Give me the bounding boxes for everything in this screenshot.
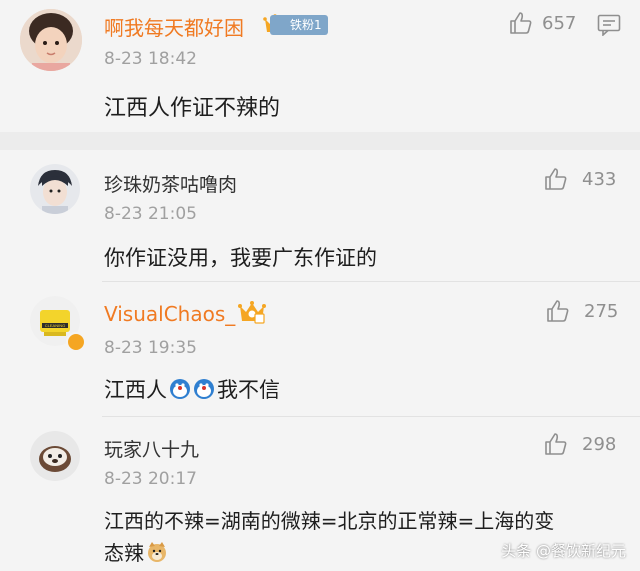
comment-time: 8-23 19:35: [104, 338, 197, 358]
section-divider: [0, 132, 640, 150]
like-count: 275: [584, 300, 619, 322]
doge-emoji-icon: [146, 541, 168, 563]
like-button[interactable]: 298: [543, 431, 616, 457]
comment-1: 啊我每天都好困 铁粉1 8-23 18:42 657 江西人作证不辣的: [0, 0, 640, 130]
username[interactable]: VisualChaos_: [104, 302, 235, 326]
username[interactable]: 玩家八十九: [104, 435, 199, 462]
comment-text: 江西人 我不信: [104, 374, 280, 404]
comment-text-part: 我不信: [217, 378, 280, 402]
comment-text-continued: 态辣: [104, 537, 168, 566]
reply-icon[interactable]: [597, 14, 621, 40]
thumbs-up-icon: [545, 433, 567, 455]
like-count: 433: [582, 168, 617, 190]
comment-text: 江西人作证不辣的: [104, 96, 281, 121]
like-button[interactable]: 433: [543, 166, 616, 192]
like-button[interactable]: 657: [508, 10, 576, 36]
comment-text: 江西的不辣=湖南的微辣=北京的正常辣=上海的变: [104, 509, 555, 533]
avatar[interactable]: [20, 9, 82, 71]
comment-2: 珍珠奶茶咕噜肉 8-23 21:05 433 你作证没用，我要广东作证的: [0, 150, 640, 280]
fan-badge[interactable]: 铁粉1: [270, 15, 328, 35]
comment-4: 玩家八十九 298 8-23 20:17 江西的不辣=湖南的微辣=北京的正常辣=…: [0, 417, 640, 571]
like-button[interactable]: 275: [545, 298, 618, 324]
comment-time: 8-23 18:42: [104, 49, 197, 69]
verified-icon: [66, 332, 86, 352]
avatar[interactable]: [30, 431, 80, 481]
username[interactable]: 珍珠奶茶咕噜肉: [104, 170, 237, 197]
watermark: 头条 @餐饮新纪元: [501, 542, 626, 560]
emoji-icon: [169, 378, 191, 400]
thumbs-up-icon: [545, 168, 567, 190]
svg-text:CLEANING: CLEANING: [45, 323, 65, 328]
avatar[interactable]: [30, 164, 80, 214]
avatar[interactable]: CLEANING: [30, 296, 86, 352]
like-count: 657: [542, 12, 577, 34]
comment-text-part: 江西人: [104, 378, 167, 402]
comment-3: CLEANING VisualChaos_ 275 8-23 19:35 江西人…: [0, 282, 640, 416]
thumbs-up-icon: [547, 300, 569, 322]
comment-text: 你作证没用，我要广东作证的: [104, 246, 377, 270]
crown-icon: [238, 299, 266, 329]
emoji-icon: [193, 378, 215, 400]
comment-time: 8-23 21:05: [104, 204, 197, 224]
thumbs-up-icon: [510, 12, 532, 34]
username[interactable]: 啊我每天都好困: [104, 12, 244, 41]
like-count: 298: [582, 433, 617, 455]
comment-time: 8-23 20:17: [104, 469, 197, 489]
comment-text-part: 态辣: [104, 541, 144, 565]
